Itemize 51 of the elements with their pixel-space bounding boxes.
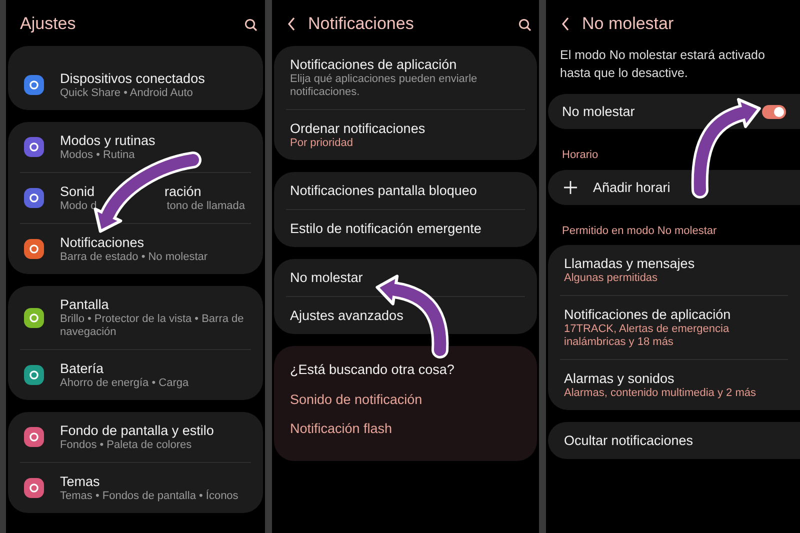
description-text: El modo No molestar estará activado hasta que lo desactive.	[559, 47, 766, 82]
setting-summary: 17TRACK, Alertas de emergencia inalámbricas y 18 más	[564, 323, 730, 348]
setting-title: Ordenar notificaciones	[290, 121, 426, 136]
setting-title: Sonid	[60, 184, 95, 199]
suggestion-heading: ¿Está buscando otra cosa?	[290, 361, 456, 379]
setting-title: Pantalla	[60, 297, 109, 312]
setting-summary: Modos • Rutina	[60, 149, 135, 161]
setting-title: Llamadas y mensajes	[564, 256, 695, 271]
search-icon[interactable]	[518, 18, 531, 30]
suggestion-link[interactable]: Sonido de notificación	[290, 390, 521, 410]
screen-title: Ajustes	[20, 13, 77, 36]
back-icon[interactable]	[286, 16, 296, 32]
setting-summary: Ahorro de energía • Carga	[60, 377, 189, 389]
setting-title: Dispositivos conectados	[60, 71, 205, 86]
setting-title: Notificaciones de aplicación	[564, 307, 731, 322]
screen-title: No molestar	[582, 13, 675, 36]
setting-title: Ajustes avanzados	[290, 308, 404, 323]
plus-icon	[564, 180, 577, 194]
screen-title: Notificaciones	[308, 13, 415, 36]
setting-summary: Brillo • Protector de la vista • Barra de navegación	[60, 313, 244, 338]
section-header: Horario	[561, 148, 600, 163]
setting-title: Ocultar notificaciones	[564, 433, 694, 448]
setting-summary: Temas • Fondos de pantalla • Íconos	[60, 490, 238, 502]
setting-title: Notificaciones	[60, 235, 144, 250]
setting-title: Alarmas y sonidos	[564, 371, 674, 386]
setting-title: Notificaciones de aplicación	[290, 57, 457, 72]
suggestion-link[interactable]: Notificación flash	[290, 418, 521, 439]
toggle-label: No molestar	[562, 103, 636, 120]
setting-summary: Fondos • Paleta de colores	[60, 439, 192, 451]
setting-title: Fondo de pantalla y estilo	[60, 423, 214, 438]
setting-title: No molestar	[290, 270, 363, 285]
setting-title: Notificaciones pantalla bloqueo	[290, 183, 477, 198]
toggle-switch[interactable]	[762, 104, 786, 118]
add-label: Añadir horari	[593, 178, 670, 196]
setting-title: ración	[164, 184, 202, 199]
setting-summary: tono de llamada	[166, 200, 245, 212]
setting-title: Estilo de notificación emergente	[290, 221, 482, 236]
setting-title: Batería	[60, 361, 104, 376]
toggle-row[interactable]: No molestar	[548, 94, 800, 129]
setting-summary: Elija qué aplicaciones pueden enviarle notificaciones.	[290, 73, 478, 98]
back-icon[interactable]	[560, 16, 570, 32]
add-row[interactable]: Añadir horari	[548, 170, 800, 204]
setting-title: Modos y rutinas	[60, 133, 156, 148]
section-header: Permitido en modo No molestar	[561, 224, 718, 238]
setting-summary: Algunas permitidas	[564, 272, 658, 284]
setting-summary: Barra de estado • No molestar	[60, 251, 208, 263]
search-icon[interactable]	[244, 18, 257, 30]
setting-summary: Quick Share • Android Auto	[60, 87, 193, 99]
setting-title: Temas	[60, 474, 100, 489]
setting-summary: Por prioridad	[290, 137, 353, 149]
setting-summary: Alarmas, contenido multimedia y 2 más	[564, 387, 756, 399]
